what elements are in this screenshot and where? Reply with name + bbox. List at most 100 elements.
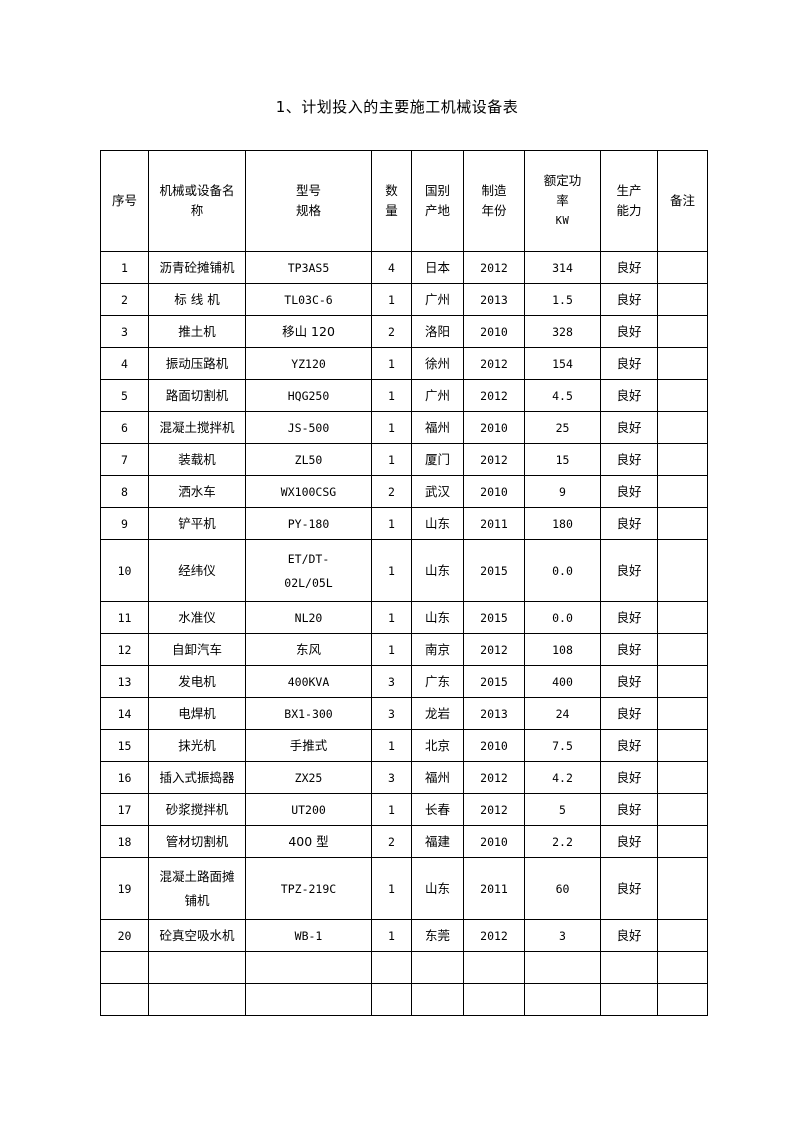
table-row: 16 插入式振捣器 ZX25 3 福州 2012 4.2 良好 <box>100 761 708 794</box>
cell-quantity-value: 1 <box>388 356 395 371</box>
cell-quantity: 3 <box>371 665 412 698</box>
cell-capacity: 良好 <box>600 315 658 348</box>
table-row: 7 装载机 ZL50 1 厦门 2012 15 良好 <box>100 443 708 476</box>
cell-origin <box>411 951 464 984</box>
cell-power-value: 25 <box>555 420 570 435</box>
cell-index-value: 1 <box>121 260 128 275</box>
cell-note <box>657 379 708 412</box>
cell-index-value: 4 <box>121 356 128 371</box>
cell-quantity: 1 <box>371 601 412 634</box>
column-header-power-unit: KW <box>555 215 570 227</box>
cell-capacity-value: 良好 <box>616 609 642 625</box>
cell-model <box>245 951 372 984</box>
cell-index-value: 11 <box>117 610 132 625</box>
cell-name: 水准仪 <box>148 601 246 634</box>
column-header-year-line2: 年份 <box>481 203 507 218</box>
cell-capacity-value: 良好 <box>616 259 642 275</box>
cell-name-line: 混凝土路面摊 <box>159 868 235 884</box>
cell-quantity-value: 1 <box>388 563 395 578</box>
cell-model: ZL50 <box>245 443 372 476</box>
cell-power-value: 0.0 <box>552 610 573 625</box>
cell-year-value: 2012 <box>480 260 508 275</box>
cell-index-value: 14 <box>117 706 132 721</box>
cell-name-value: 发电机 <box>178 673 216 689</box>
cell-year-value: 2012 <box>480 770 508 785</box>
cell-power: 1.5 <box>524 283 601 316</box>
cell-quantity: 4 <box>371 251 412 284</box>
cell-quantity-value: 1 <box>388 928 395 943</box>
cell-year-value: 2012 <box>480 642 508 657</box>
cell-index: 10 <box>100 539 149 602</box>
cell-year-value: 2015 <box>480 674 508 689</box>
table-row: 17 砂浆搅拌机 UT200 1 长春 2012 5 良好 <box>100 793 708 826</box>
cell-year-value: 2012 <box>480 356 508 371</box>
cell-power <box>524 983 601 1016</box>
cell-index-value: 15 <box>117 738 132 753</box>
cell-name-value: 铲平机 <box>178 515 216 531</box>
cell-note <box>657 697 708 730</box>
cell-origin: 厦门 <box>411 443 464 476</box>
column-header-quantity-line1: 数 <box>385 183 398 198</box>
cell-index: 3 <box>100 315 149 348</box>
cell-note <box>657 793 708 826</box>
cell-origin-value: 东莞 <box>424 927 450 943</box>
table-row: 20 砼真空吸水机 WB-1 1 东莞 2012 3 良好 <box>100 919 708 952</box>
cell-model-value: 400 型 <box>288 833 329 849</box>
cell-power-value: 180 <box>552 516 573 531</box>
cell-name: 振动压路机 <box>148 347 246 380</box>
cell-origin: 广东 <box>411 665 464 698</box>
cell-model-value: 手推式 <box>289 737 328 753</box>
cell-model: BX1-300 <box>245 697 372 730</box>
cell-quantity: 1 <box>371 347 412 380</box>
table-row: 9 铲平机 PY-180 1 山东 2011 180 良好 <box>100 507 708 540</box>
cell-year: 2012 <box>463 443 525 476</box>
cell-index: 20 <box>100 919 149 952</box>
cell-power-value: 154 <box>552 356 573 371</box>
cell-name <box>148 983 246 1016</box>
cell-name-value: 水准仪 <box>178 609 216 625</box>
cell-capacity-value: 良好 <box>616 483 642 499</box>
column-header-origin-line1: 国别 <box>424 183 450 198</box>
cell-capacity: 良好 <box>600 857 658 920</box>
cell-year-value: 2012 <box>480 802 508 817</box>
cell-model-value: WX100CSG <box>280 484 337 499</box>
cell-quantity-value: 2 <box>388 834 395 849</box>
cell-name: 抹光机 <box>148 729 246 762</box>
table-row-empty <box>100 951 708 984</box>
cell-note <box>657 347 708 380</box>
cell-quantity <box>371 951 412 984</box>
cell-model: 东风 <box>245 633 372 666</box>
cell-index-value: 20 <box>117 928 132 943</box>
column-header-name-line1: 机械或设备名 <box>159 183 235 198</box>
cell-index <box>100 983 149 1016</box>
cell-capacity-value: 良好 <box>616 641 642 657</box>
cell-origin: 福州 <box>411 761 464 794</box>
cell-index-value: 16 <box>117 770 132 785</box>
cell-quantity-value: 1 <box>388 738 395 753</box>
table-row: 14 电焊机 BX1-300 3 龙岩 2013 24 良好 <box>100 697 708 730</box>
cell-origin-value: 长春 <box>424 801 450 817</box>
cell-year-value: 2015 <box>480 563 508 578</box>
cell-power: 0.0 <box>524 539 601 602</box>
cell-power: 15 <box>524 443 601 476</box>
cell-power: 3 <box>524 919 601 952</box>
cell-index: 14 <box>100 697 149 730</box>
cell-power: 5 <box>524 793 601 826</box>
cell-index-value: 8 <box>121 484 128 499</box>
cell-capacity-value: 良好 <box>616 291 642 307</box>
cell-index: 17 <box>100 793 149 826</box>
column-header-index: 序号 <box>100 150 149 252</box>
cell-model: TL03C-6 <box>245 283 372 316</box>
column-header-capacity-line1: 生产 <box>616 183 642 198</box>
cell-quantity: 2 <box>371 475 412 508</box>
column-header-name: 机械或设备名 称 <box>148 150 246 252</box>
cell-power: 4.2 <box>524 761 601 794</box>
cell-year-value: 2011 <box>480 881 508 896</box>
table-row: 4 振动压路机 YZ120 1 徐州 2012 154 良好 <box>100 347 708 380</box>
cell-year: 2010 <box>463 825 525 858</box>
cell-quantity: 1 <box>371 919 412 952</box>
column-header-year: 制造 年份 <box>463 150 525 252</box>
cell-power: 2.2 <box>524 825 601 858</box>
cell-power-value: 60 <box>555 881 570 896</box>
cell-quantity: 1 <box>371 633 412 666</box>
